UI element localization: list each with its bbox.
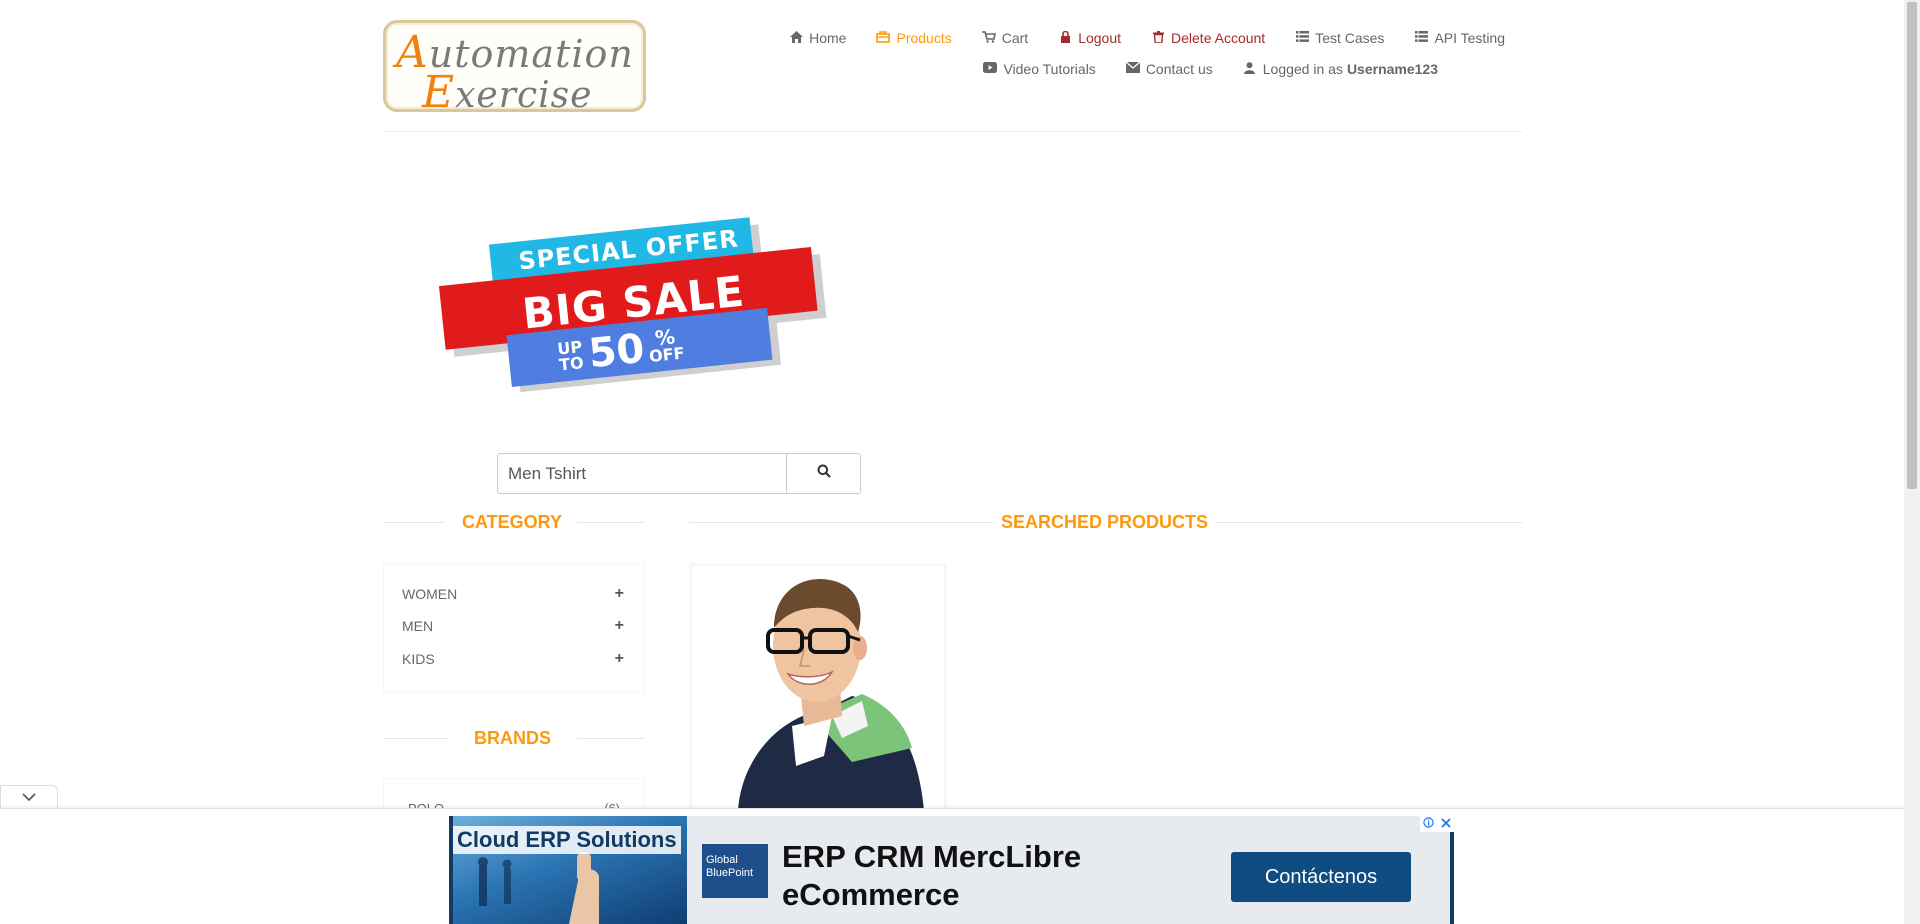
nav-contact-us-label: Contact us [1145,61,1213,77]
category-label: MEN [402,618,434,634]
searched-products-title: SEARCHED PRODUCTS [1001,512,1209,532]
category-title: CATEGORY [462,512,563,532]
category-title-line-right [577,522,645,523]
category-item-men[interactable]: MEN + [402,616,624,636]
scrollbar-thumb[interactable] [1907,2,1917,489]
nav-logout[interactable]: Logout [1058,30,1121,46]
chevron-down-icon [22,789,36,807]
ad-left-image: Cloud ERP Solutions [449,816,687,924]
nav-video-tutorials[interactable]: Video Tutorials [983,61,1096,77]
ad-brand-logo: Global BluePoint [702,844,768,898]
banner-off: OFF [648,343,686,367]
nav-logout-label: Logout [1078,30,1122,46]
category-title-line-left [383,522,445,523]
plus-icon[interactable]: + [615,617,624,635]
searched-title-line-left [689,522,993,523]
cart-icon [981,30,996,46]
nav-row-1: Home Products Cart Logout Delete Account… [759,30,1505,46]
nav-api-testing-label: API Testing [1434,30,1505,46]
category-label: WOMEN [402,586,458,602]
nav-test-cases[interactable]: Test Cases [1295,30,1384,46]
home-icon [789,30,803,46]
ad-collapse-toggle[interactable] [0,785,58,809]
trash-icon [1151,30,1165,46]
advertisement[interactable]: Cloud ERP Solutions Global BluePoint ERP … [449,816,1454,924]
nav-products[interactable]: Products [876,30,952,46]
nav-delete-account[interactable]: Delete Account [1151,30,1265,46]
ad-logo-line-1: Global [706,854,738,866]
ad-headline-line-2: eCommerce [782,877,960,912]
nav-row-2: Video Tutorials Contact us Logged in as U… [953,61,1438,77]
video-icon [983,62,998,76]
envelope-icon [1125,61,1141,76]
searched-title-line-right [1216,522,1522,523]
nav-api-testing[interactable]: API Testing [1414,30,1505,46]
brands-title: BRANDS [474,728,552,748]
ad-headline-line-1: ERP CRM MercLibre [782,839,1082,874]
search-icon [817,464,831,483]
shop-icon [876,30,891,46]
banner-percent: 50 [586,325,647,378]
product-image [692,566,944,810]
banner-to: TO [558,353,585,375]
user-icon [1243,61,1257,77]
ad-info-icon[interactable] [1423,817,1434,831]
brands-title-line-right [577,738,645,739]
nav-home-label: Home [809,30,847,46]
header-divider [383,131,1523,132]
category-label: KIDS [402,651,435,667]
plus-icon[interactable]: + [615,650,624,668]
nav-delete-account-label: Delete Account [1171,30,1266,46]
category-item-women[interactable]: WOMEN + [402,584,624,604]
nav-contact-us[interactable]: Contact us [1125,61,1213,77]
ad-close-icon[interactable] [1441,817,1451,831]
logo-cap-e: E [422,67,456,118]
username: Username123 [1346,61,1438,77]
nav-products-label: Products [896,30,952,46]
brands-title-line-left [383,738,449,739]
search-button[interactable] [786,453,861,494]
category-panel: WOMEN + MEN + KIDS + [383,563,645,693]
ad-controls [1420,816,1454,832]
nav-test-cases-label: Test Cases [1315,30,1385,46]
page: Automation Exercise Home Products Cart L… [0,0,1904,924]
product-card[interactable] [689,563,947,813]
nav-home[interactable]: Home [789,30,846,46]
page-scrollbar[interactable] [1904,0,1920,924]
nav-cart[interactable]: Cart [981,30,1029,46]
plus-icon[interactable]: + [615,585,624,603]
logged-in-label: Logged in as [1262,61,1343,77]
category-item-kids[interactable]: KIDS + [402,649,624,669]
logo-text-2: xercise [455,75,593,116]
ad-logo-line-2: BluePoint [706,867,754,879]
ad-headline: ERP CRM MercLibre eCommerce [782,838,1081,914]
logo-line-2: Exercise [422,67,592,118]
list-icon [1295,31,1309,45]
list-icon [1414,31,1428,45]
ad-contact-button[interactable]: Contáctenos [1231,852,1411,902]
lock-icon [1058,30,1072,46]
nav-cart-label: Cart [1001,30,1029,46]
nav-logged-in-as[interactable]: Logged in as Username123 [1243,61,1438,77]
ad-left-title: Cloud ERP Solutions [453,826,681,854]
nav-video-tutorials-label: Video Tutorials [1003,61,1096,77]
search-product-input[interactable] [497,453,791,494]
sale-banner: SPECIAL OFFER BIG SALE UP TO 50% OFF [436,210,828,400]
site-logo[interactable]: Automation Exercise [383,20,646,118]
